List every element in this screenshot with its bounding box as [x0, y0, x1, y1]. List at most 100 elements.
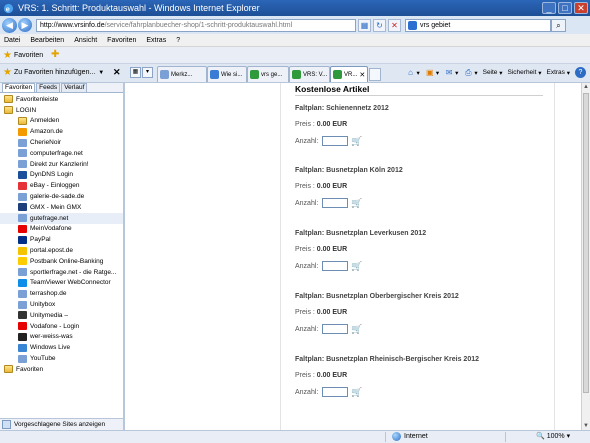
menu-file[interactable]: Datei — [4, 37, 20, 44]
scroll-down-icon[interactable]: ▼ — [582, 422, 590, 430]
favorite-item[interactable]: Favoritenleiste — [0, 94, 123, 105]
quantity-field[interactable] — [322, 387, 349, 397]
stop-button[interactable]: ✕ — [388, 18, 401, 32]
favorite-item-label: Postbank Online-Banking — [30, 257, 104, 265]
epost-icon — [18, 246, 27, 255]
close-window-button[interactable]: ✕ — [574, 2, 588, 14]
favorite-item[interactable]: portal.epost.de — [0, 245, 123, 256]
favorites-center-tabs: Favoriten Feeds Verlauf — [0, 83, 123, 93]
favorite-item[interactable]: wer-weiss-was — [0, 332, 123, 343]
quick-tabs-icon[interactable]: ▦ — [130, 67, 141, 78]
favorite-item[interactable]: Direkt zur Kanzlerin! — [0, 159, 123, 170]
quantity-field[interactable] — [322, 261, 349, 271]
tab-favorites[interactable]: Favoriten — [2, 83, 36, 92]
compatibility-view-button[interactable]: ▦ — [358, 18, 371, 32]
quantity-field[interactable] — [322, 198, 349, 208]
suggested-sites-link[interactable]: Vorgeschlagene Sites anzeigen — [0, 418, 123, 430]
new-tab-button[interactable] — [369, 68, 381, 81]
scroll-thumb[interactable] — [583, 93, 589, 393]
address-field[interactable]: http://www.vrsinfo.de/service/fahrplanbu… — [36, 18, 356, 32]
product-name: Faltplan: Busnetzplan Rheinisch-Bergisch… — [295, 356, 479, 363]
quantity-field[interactable] — [322, 136, 349, 146]
favorite-item[interactable]: YouTube — [0, 353, 123, 364]
favorite-item[interactable]: computerfrage.net — [0, 148, 123, 159]
folder-icon — [4, 365, 13, 374]
mail-button[interactable]: ✉ ▾ — [444, 67, 459, 78]
favorite-item[interactable]: Unitymedia – — [0, 310, 123, 321]
tab-5-active[interactable]: VR... ✕ — [330, 66, 368, 82]
menu-favorites[interactable]: Favoriten — [107, 37, 136, 44]
tab-4[interactable]: VRS: V... — [289, 66, 330, 82]
menu-tools[interactable]: Extras — [146, 37, 166, 44]
favorite-item-label: Windows Live — [30, 344, 71, 352]
favorite-item[interactable]: Unitybox — [0, 299, 123, 310]
favorite-item[interactable]: Postbank Online-Banking — [0, 256, 123, 267]
add-to-cart-icon[interactable]: 🛒 — [351, 324, 362, 334]
add-to-cart-icon[interactable]: 🛒 — [351, 387, 362, 397]
help-icon[interactable]: ? — [575, 67, 586, 78]
quick-tabs: ▦ ▾ — [130, 67, 154, 78]
favorite-item[interactable]: galerie-de-sade.de — [0, 191, 123, 202]
search-button[interactable]: ⌕ — [551, 18, 566, 32]
print-button[interactable]: ⎙ ▾ — [463, 68, 477, 78]
favorite-item[interactable]: Favoriten — [0, 364, 123, 375]
favorite-item[interactable]: TeamViewer WebConnector — [0, 278, 123, 289]
add-to-cart-icon[interactable]: 🛒 — [351, 261, 362, 271]
favorite-item[interactable]: GMX - Mein GMX — [0, 202, 123, 213]
scroll-up-icon[interactable]: ▲ — [582, 83, 590, 91]
add-to-cart-icon[interactable]: 🛒 — [351, 136, 362, 146]
quantity-field[interactable] — [322, 324, 349, 334]
back-button[interactable]: ◀ — [2, 17, 17, 33]
tab-1[interactable]: Merkz... — [157, 66, 207, 82]
favorite-item[interactable]: DynDNS Login — [0, 170, 123, 181]
search-input[interactable]: vrs gebiet — [405, 18, 551, 32]
mail-icon: ✉ — [445, 67, 453, 77]
tab-feeds[interactable]: Feeds — [36, 83, 61, 92]
quantity-label: Anzahl: — [295, 262, 319, 270]
favorite-item[interactable]: Anmelden — [0, 116, 123, 127]
www-icon — [18, 332, 27, 341]
favorite-item[interactable]: gutefrage.net — [0, 212, 123, 224]
tab-history[interactable]: Verlauf — [61, 83, 88, 92]
feeds-button[interactable]: ▣ ▾ — [425, 68, 439, 78]
product-price: Preis : 0.00 EUR — [295, 121, 545, 128]
security-menu[interactable]: Sicherheit ▾ — [508, 69, 542, 77]
favorite-item[interactable]: Vodafone - Login — [0, 321, 123, 332]
tools-menu[interactable]: Extras ▾ — [547, 69, 571, 77]
close-sidebar-button[interactable]: ✕ — [113, 67, 121, 78]
page-menu[interactable]: Seite ▾ — [483, 69, 503, 77]
home-button[interactable]: ⌂ ▾ — [406, 68, 420, 78]
favorite-item[interactable]: Amazon.de — [0, 126, 123, 137]
add-to-favorites-button[interactable]: ★ Zu Favoriten hinzufügen... ▼ — [3, 67, 104, 78]
favorite-item[interactable]: sportlerfrage.net - die Ratge... — [0, 267, 123, 278]
favorite-item[interactable]: CherieNoir — [0, 137, 123, 148]
page-icon — [18, 289, 27, 298]
zoom-control[interactable]: 🔍 100% ▾ — [536, 432, 570, 441]
maximize-button[interactable]: □ — [558, 2, 572, 14]
favorite-item[interactable]: PayPal — [0, 234, 123, 245]
minimize-button[interactable]: _ — [542, 2, 556, 14]
favorite-item-label: Unitymedia – — [30, 311, 68, 319]
menu-help[interactable]: ? — [176, 37, 180, 44]
favorite-item[interactable]: MeinVodafone — [0, 224, 123, 235]
favorite-item[interactable]: Windows Live — [0, 342, 123, 353]
forward-button[interactable]: ▶ — [18, 18, 32, 32]
close-tab-icon[interactable]: ✕ — [359, 71, 365, 79]
quantity-label: Anzahl: — [295, 325, 319, 333]
menu-view[interactable]: Ansicht — [74, 37, 97, 44]
tab-2[interactable]: Wie si... — [207, 66, 247, 82]
tab-3[interactable]: vrs ge... — [247, 66, 289, 82]
security-zone[interactable]: Internet — [392, 432, 428, 441]
menu-edit[interactable]: Bearbeiten — [30, 37, 64, 44]
favorites-button[interactable]: Favoriten — [14, 52, 43, 59]
favorite-item[interactable]: terrashop.de — [0, 288, 123, 299]
vertical-scrollbar[interactable]: ▲ ▼ — [581, 83, 590, 430]
add-to-cart-icon[interactable]: 🛒 — [351, 198, 362, 208]
address-toolbar: ◀ ▶ http://www.vrsinfo.de/service/fahrpl… — [0, 16, 590, 34]
add-to-favorites-bar-icon[interactable]: ✚ — [49, 49, 61, 61]
tab-list-icon[interactable]: ▾ — [142, 67, 153, 78]
favorite-item[interactable]: LOGIN — [0, 105, 123, 116]
refresh-button[interactable]: ↻ — [373, 18, 386, 32]
favorite-item[interactable]: eBay - Einloggen — [0, 180, 123, 191]
favorite-item-label: DynDNS Login — [30, 171, 73, 179]
